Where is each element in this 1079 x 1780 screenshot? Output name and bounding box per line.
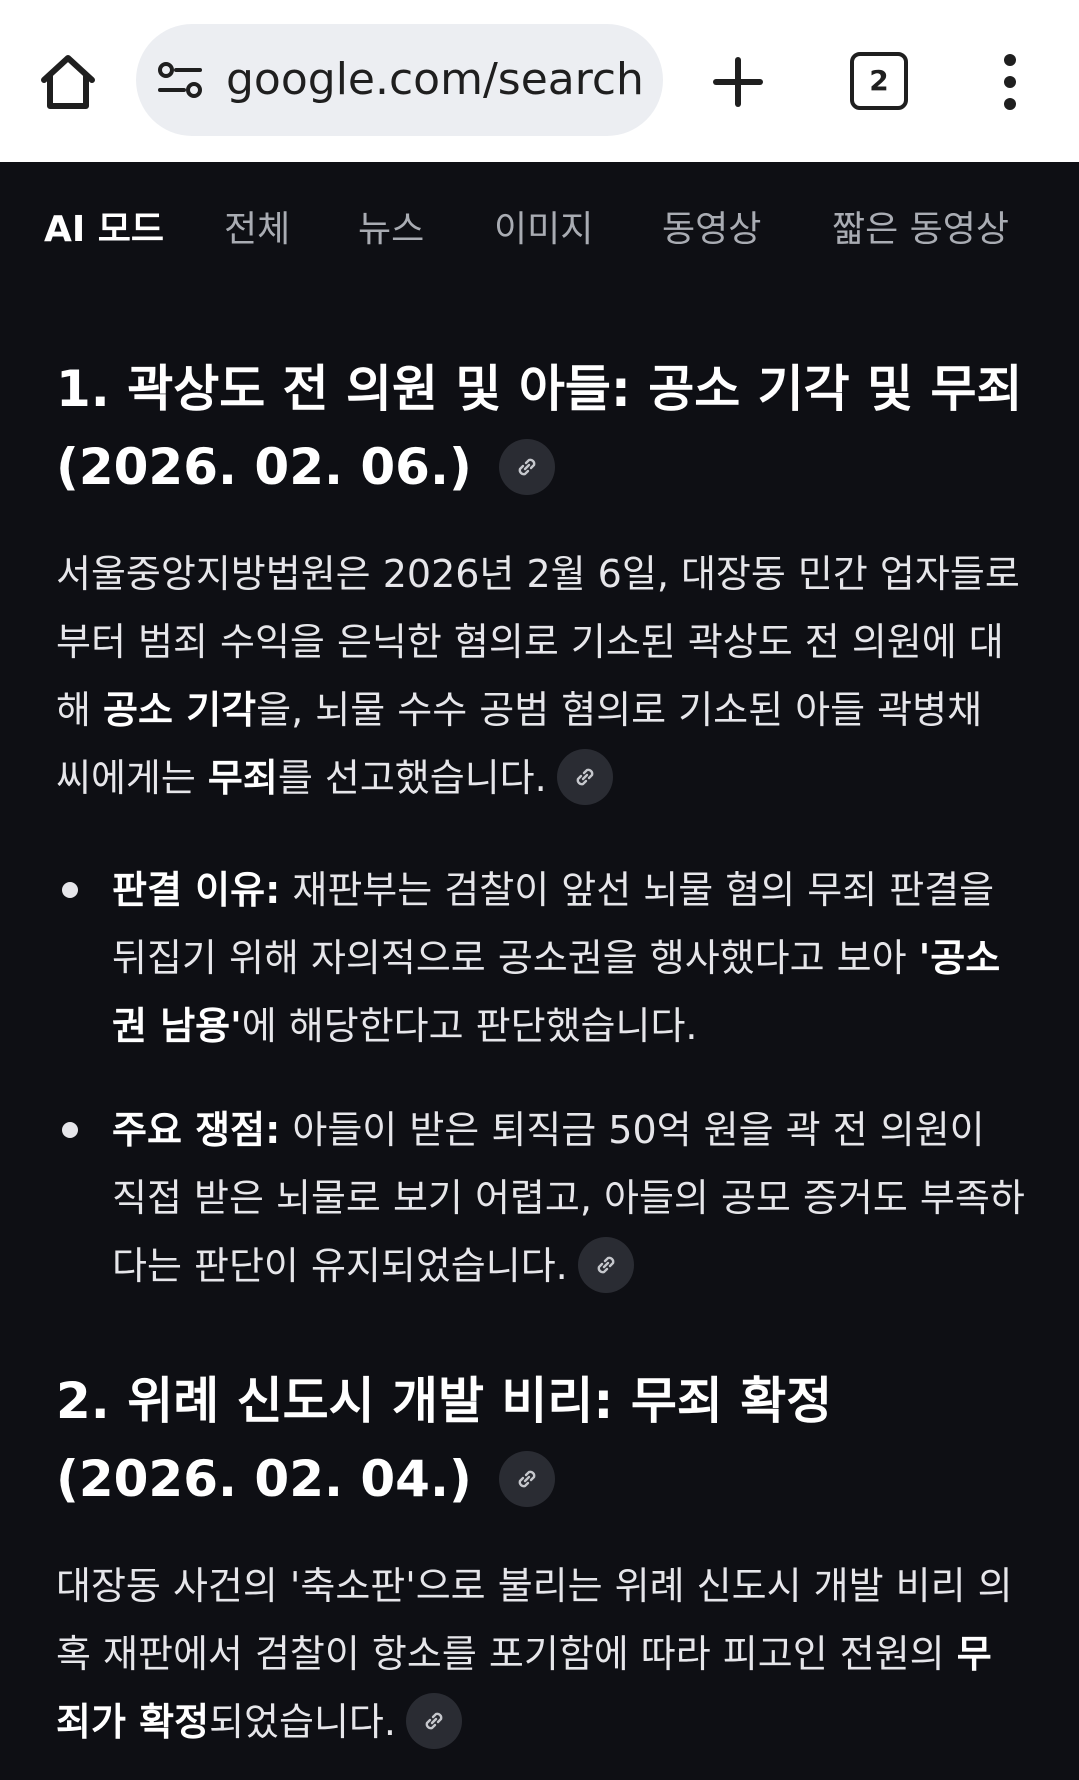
url-text[interactable]: google.com/search? [226,52,646,108]
tab-all[interactable]: 전체 [224,208,290,252]
section2-heading: 2. 위례 신도시 개발 비리: 무죄 확정 (2026. 02. 04.) [56,1362,1026,1518]
browser-menu-button[interactable] [990,52,1030,112]
ai-answer: 1. 곽상도 전 의원 및 아들: 공소 기각 및 무죄 (2026. 02. … [56,350,1026,1756]
tab-news[interactable]: 뉴스 [358,208,424,252]
bullet-dot [62,1122,78,1138]
bold-span: 주요 쟁점: [112,1108,281,1152]
link-icon [425,1712,443,1729]
tune-icon [158,62,202,98]
plus-icon [713,57,763,107]
section2-paragraph: 대장동 사건의 '축소판'으로 불리는 위례 신도시 개발 비리 의혹 재판에서… [56,1552,1026,1756]
bold-span: 판결 이유: [112,868,281,912]
address-bar[interactable]: google.com/search? [136,24,663,136]
section1-bullets: 판결 이유: 재판부는 검찰이 앞선 뇌물 혐의 무죄 판결을 뒤집기 위해 자… [56,856,1026,1300]
browser-toolbar: google.com/search? 2 [0,0,1079,162]
link-icon [576,768,594,785]
source-link-button[interactable] [556,748,613,805]
tab-images[interactable]: 이미지 [494,208,593,252]
source-link-button[interactable] [499,1450,556,1507]
text-span: 되었습니다. [209,1700,396,1744]
tab-videos[interactable]: 동영상 [662,208,761,252]
more-vert-icon [1004,54,1016,110]
text-span: 대장동 사건의 '축소판'으로 불리는 위례 신도시 개발 비리 의혹 재판에서… [56,1564,1013,1676]
bullet-dot [62,882,78,898]
section1-heading: 1. 곽상도 전 의원 및 아들: 공소 기각 및 무죄 (2026. 02. … [56,350,1026,506]
site-settings-button[interactable] [156,56,204,104]
tab-switcher-button[interactable]: 2 [850,52,908,110]
list-item: 판결 이유: 재판부는 검찰이 앞선 뇌물 혐의 무죄 판결을 뒤집기 위해 자… [56,856,1026,1060]
text-span: 에 해당한다고 판단했습니다. [241,1004,698,1048]
search-filter-tabs: AI 모드 전체 뉴스 이미지 동영상 짧은 동영상 [0,162,1079,292]
bold-span: 공소 기각 [103,688,257,732]
section2-title: 2. 위례 신도시 개발 비리: 무죄 확정 (2026. 02. 04.) [56,1372,833,1508]
section1-paragraph: 서울중앙지방법원은 2026년 2월 6일, 대장동 민간 업자들로부터 범죄 … [56,540,1026,812]
source-link-button[interactable] [405,1692,462,1749]
new-tab-button[interactable] [708,52,768,112]
link-icon [518,458,536,475]
text-span: 를 선고했습니다. [277,756,547,800]
list-item: 주요 쟁점: 아들이 받은 퇴직금 50억 원을 곽 전 의원이 직접 받은 뇌… [56,1096,1026,1300]
home-button[interactable] [36,50,100,114]
source-link-button[interactable] [499,438,556,495]
bold-span: 무죄 [207,756,278,800]
tab-ai-mode[interactable]: AI 모드 [44,208,164,252]
home-icon [41,55,95,109]
link-icon [518,1470,536,1487]
tab-count: 2 [850,52,908,110]
tab-short-videos[interactable]: 짧은 동영상 [832,208,1009,252]
link-icon [597,1256,615,1273]
source-link-button[interactable] [577,1236,634,1293]
